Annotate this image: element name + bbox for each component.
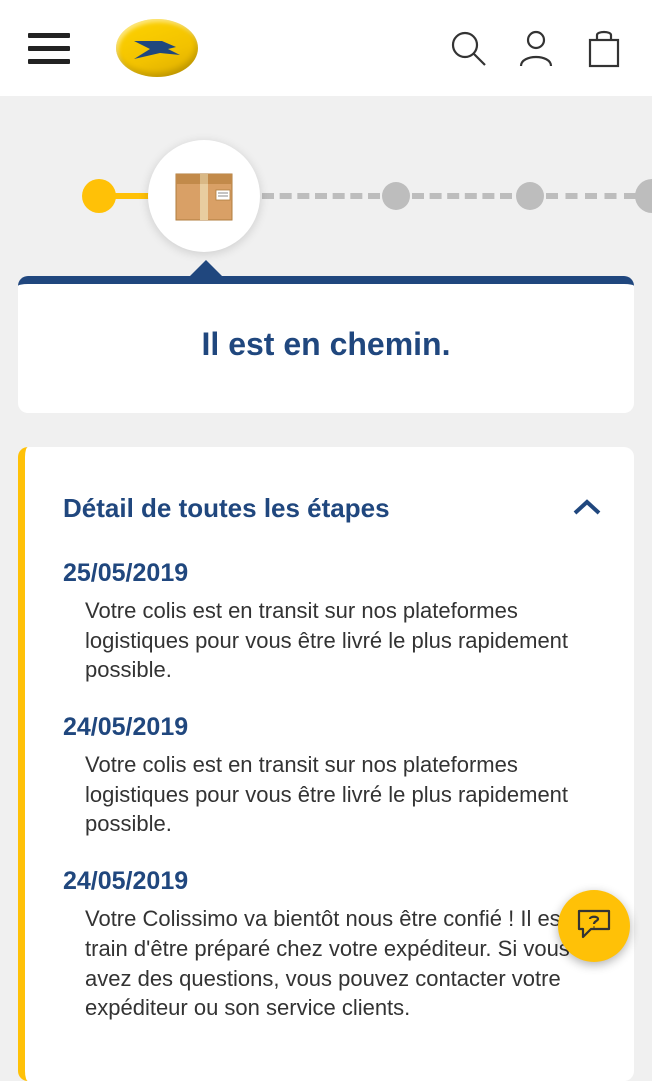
event-text: Votre colis est en transit sur nos plate… xyxy=(63,596,604,685)
progress-step-5 xyxy=(635,179,652,213)
chat-help-icon xyxy=(575,907,613,946)
tracking-event: 25/05/2019 Votre colis est en transit su… xyxy=(63,559,604,685)
event-date: 24/05/2019 xyxy=(63,867,604,896)
status-title: Il est en chemin. xyxy=(38,326,614,363)
app-header xyxy=(0,0,652,96)
details-title: Détail de toutes les étapes xyxy=(63,493,390,524)
progress-step-1 xyxy=(82,179,116,213)
details-toggle[interactable]: Détail de toutes les étapes xyxy=(63,491,604,525)
progress-line-pending xyxy=(412,193,512,199)
progress-step-4 xyxy=(516,182,544,210)
menu-icon[interactable] xyxy=(28,33,70,64)
event-date: 24/05/2019 xyxy=(63,713,604,742)
progress-line-pending xyxy=(546,193,636,199)
search-icon[interactable] xyxy=(448,28,488,68)
status-card: Il est en chemin. xyxy=(18,276,634,413)
cart-icon[interactable] xyxy=(584,28,624,68)
account-icon[interactable] xyxy=(516,28,556,68)
event-date: 25/05/2019 xyxy=(63,559,604,588)
progress-track xyxy=(0,136,652,256)
brand-logo[interactable] xyxy=(116,19,198,77)
details-card: Détail de toutes les étapes 25/05/2019 V… xyxy=(18,447,634,1081)
progress-line-pending xyxy=(262,193,380,199)
progress-step-3 xyxy=(382,182,410,210)
progress-step-current xyxy=(148,140,260,252)
header-left xyxy=(28,19,198,77)
package-icon xyxy=(172,164,236,229)
tracking-progress: Il est en chemin. Détail de toutes les é… xyxy=(0,96,652,1081)
tracking-event: 24/05/2019 Votre Colissimo va bientôt no… xyxy=(63,867,604,1023)
chevron-up-icon xyxy=(570,491,604,525)
tracking-event: 24/05/2019 Votre colis est en transit su… xyxy=(63,713,604,839)
event-text: Votre colis est en transit sur nos plate… xyxy=(63,750,604,839)
header-right xyxy=(448,28,624,68)
event-text: Votre Colissimo va bientôt nous être con… xyxy=(63,904,604,1023)
help-button[interactable] xyxy=(558,890,630,962)
